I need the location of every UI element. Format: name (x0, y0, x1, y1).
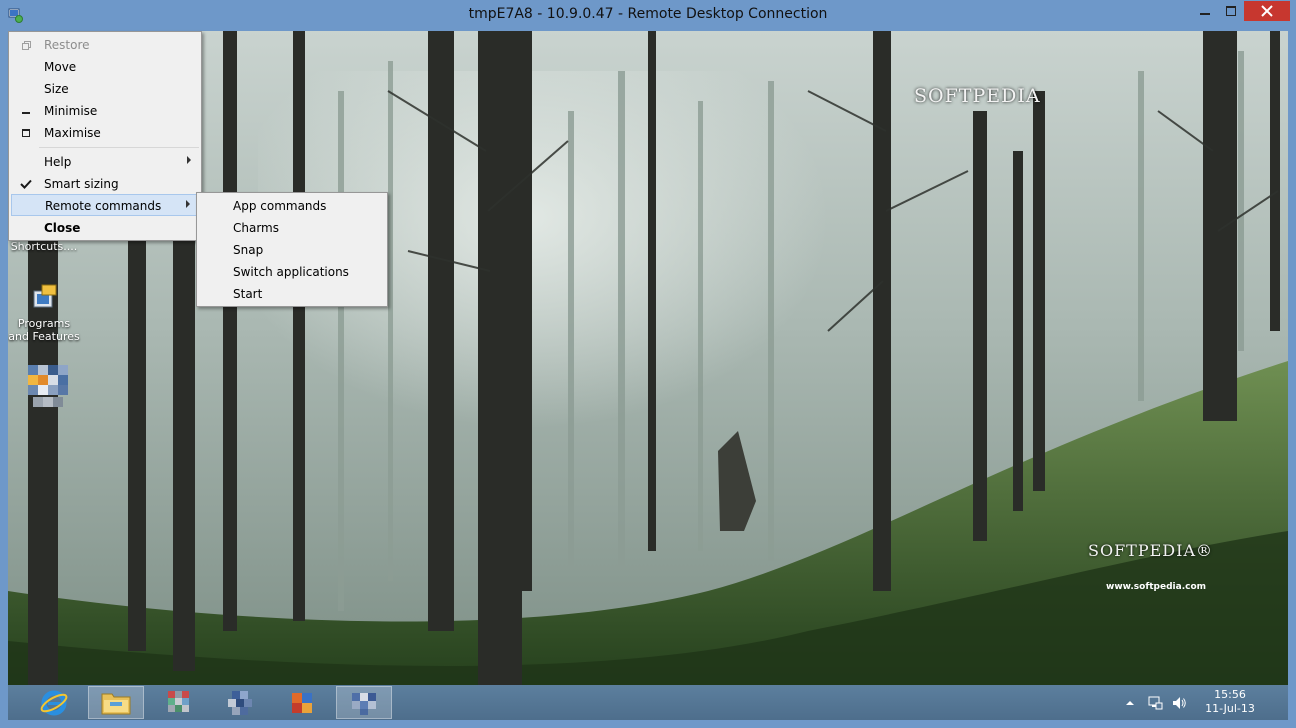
title-bar[interactable]: tmpE7A8 - 10.9.0.47 - Remote Desktop Con… (0, 0, 1296, 31)
taskbar: 15:56 11-Jul-13 (8, 685, 1288, 720)
desktop-icon-programs-and-features[interactable]: Programs and Features (8, 283, 82, 343)
menu-item-close-label: Close (44, 221, 81, 235)
submenu-item-charms-label: Charms (233, 221, 280, 235)
window-frame-left (0, 31, 8, 728)
desktop-icon-pixelated[interactable] (8, 365, 82, 407)
minimize-button[interactable] (1192, 1, 1218, 21)
maximize-icon (1226, 6, 1236, 16)
submenu-item-switch-applications[interactable]: Switch applications (199, 261, 385, 283)
taskbar-app-1[interactable] (150, 686, 206, 719)
menu-item-remote-commands[interactable]: Remote commands (11, 194, 199, 216)
window-frame-right (1288, 31, 1296, 728)
programs-and-features-icon (28, 283, 60, 315)
taskbar-app-2[interactable] (212, 686, 268, 719)
menu-item-minimise-label: Minimise (44, 104, 98, 118)
close-icon (1261, 5, 1273, 17)
menu-item-restore-label: Restore (44, 38, 90, 52)
menu-item-move-label: Move (44, 60, 77, 74)
programs-and-features-label: Programs and Features (8, 317, 80, 343)
menu-item-help[interactable]: Help (11, 151, 199, 173)
menu-item-help-label: Help (44, 155, 72, 169)
show-hidden-icons-button[interactable] (1122, 685, 1138, 720)
maximize-button[interactable] (1218, 1, 1244, 21)
clock-date: 11-Jul-13 (1205, 702, 1255, 715)
window-title: tmpE7A8 - 10.9.0.47 - Remote Desktop Con… (468, 6, 828, 22)
pixelated-app-icon-2 (228, 690, 252, 715)
pixelated-app-icon-4 (352, 692, 376, 715)
submenu-item-snap-label: Snap (233, 243, 264, 257)
submenu-item-start[interactable]: Start (199, 283, 385, 305)
menu-item-maximise[interactable]: Maximise (11, 122, 199, 144)
close-button[interactable] (1244, 1, 1290, 21)
submenu-arrow-icon (186, 200, 190, 208)
submenu-item-charms[interactable]: Charms (199, 217, 385, 239)
submenu-item-start-label: Start (233, 287, 263, 301)
file-explorer-icon (101, 693, 131, 714)
taskbar-app-4[interactable] (336, 686, 392, 719)
submenu-arrow-icon (187, 156, 191, 164)
menu-item-move[interactable]: Move (11, 56, 199, 78)
menu-item-size-label: Size (44, 82, 69, 96)
minimize-icon (1200, 13, 1210, 15)
menu-item-close[interactable]: Close (11, 217, 199, 239)
window-frame-bottom (0, 720, 1296, 728)
menu-item-maximise-label: Maximise (44, 126, 101, 140)
taskbar-app-3[interactable] (274, 686, 330, 719)
taskbar-internet-explorer[interactable] (26, 686, 82, 719)
volume-tray-button[interactable] (1168, 685, 1190, 720)
maximize-icon (18, 125, 34, 141)
network-icon (1148, 696, 1163, 709)
menu-item-remote-commands-label: Remote commands (45, 199, 162, 213)
checkmark-icon (18, 176, 34, 192)
menu-item-smart-sizing-label: Smart sizing (44, 177, 119, 191)
menu-separator (39, 147, 199, 148)
restore-icon (18, 37, 34, 53)
taskbar-clock[interactable]: 15:56 11-Jul-13 (1200, 688, 1260, 716)
clock-time: 15:56 (1214, 688, 1246, 701)
submenu-item-switch-applications-label: Switch applications (233, 265, 349, 279)
submenu-item-snap[interactable]: Snap (199, 239, 385, 261)
menu-item-size[interactable]: Size (11, 78, 199, 100)
taskbar-file-explorer[interactable] (88, 686, 144, 719)
menu-item-restore[interactable]: Restore (11, 34, 199, 56)
menu-item-smart-sizing[interactable]: Smart sizing (11, 173, 199, 195)
softpedia-url: www.softpedia.com (1106, 582, 1207, 592)
pixelated-app-icon-3 (292, 692, 312, 713)
pixelated-shortcut-icon (28, 365, 68, 407)
show-hidden-icons-chevron (1126, 700, 1134, 705)
menu-item-minimise[interactable]: Minimise (11, 100, 199, 122)
pixelated-app-icon-1 (168, 690, 189, 712)
volume-icon (1173, 696, 1186, 709)
minimize-icon (18, 103, 34, 119)
submenu-item-app-commands-label: App commands (233, 199, 327, 213)
internet-explorer-icon (40, 690, 68, 715)
remote-commands-submenu: App commands Charms Snap Switch applicat… (196, 192, 388, 307)
network-tray-button[interactable] (1144, 685, 1166, 720)
softpedia-watermark-bottom: SOFTPEDIA® (1088, 541, 1213, 560)
window-system-menu: Restore Move Size Minimise Maximise Help… (8, 31, 202, 241)
softpedia-watermark-top: SOFTPEDIA (914, 85, 1041, 107)
submenu-item-app-commands[interactable]: App commands (199, 195, 385, 217)
